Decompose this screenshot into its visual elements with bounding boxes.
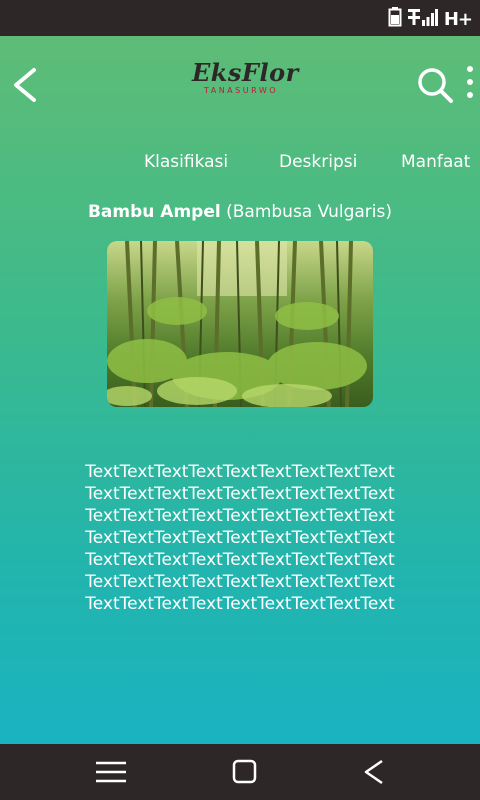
search-button[interactable] [416, 66, 454, 104]
nav-back-button[interactable] [360, 758, 394, 786]
network-type-label: H+ [443, 8, 473, 30]
plant-image [107, 241, 373, 407]
back-arrow-icon [14, 68, 36, 102]
description-line: TextTextTextTextTextTextTextTextText [85, 462, 395, 482]
logo-subtext: TANASURWO [203, 86, 279, 95]
search-icon [418, 68, 453, 103]
battery-icon [388, 7, 402, 31]
tab-manfaat[interactable]: Manfaat [401, 152, 470, 172]
nav-menu-button[interactable] [94, 758, 128, 786]
overflow-menu-button[interactable] [462, 66, 478, 100]
nav-home-button[interactable] [230, 758, 264, 786]
app-logo: EksFlor TANASURWO [192, 58, 299, 104]
description-line: TextTextTextTextTextTextTextTextText [85, 528, 395, 548]
navigation-bar [0, 744, 480, 800]
description-line: TextTextTextTextTextTextTextTextText [85, 594, 395, 614]
plant-description: TextTextTextTextTextTextTextTextText Tex… [60, 461, 420, 615]
plant-scientific-name: (Bambusa Vulgaris) [226, 202, 393, 222]
logo-text: EksFlor [192, 58, 299, 87]
home-icon [232, 759, 257, 784]
status-icons: H+ [388, 7, 473, 31]
description-line: TextTextTextTextTextTextTextTextText [85, 484, 395, 504]
description-line: TextTextTextTextTextTextTextTextText [85, 572, 395, 592]
signal-icon [407, 8, 438, 30]
status-bar: H+ [0, 0, 480, 36]
overflow-menu-icon [467, 66, 473, 98]
tab-deskripsi[interactable]: Deskripsi [279, 152, 357, 172]
hamburger-menu-icon [96, 761, 126, 783]
tab-bar: Klasifikasi Deskripsi Manfaat [0, 152, 480, 178]
back-icon [364, 759, 383, 785]
back-button[interactable] [10, 68, 42, 102]
plant-title: Bambu Ampel (Bambusa Vulgaris) [0, 202, 480, 222]
tab-klasifikasi[interactable]: Klasifikasi [144, 152, 228, 172]
app-content: EksFlor TANASURWO Klasifikasi Deskripsi … [0, 36, 480, 744]
description-line: TextTextTextTextTextTextTextTextText [85, 506, 395, 526]
plant-common-name: Bambu Ampel [87, 202, 221, 222]
description-line: TextTextTextTextTextTextTextTextText [85, 550, 395, 570]
